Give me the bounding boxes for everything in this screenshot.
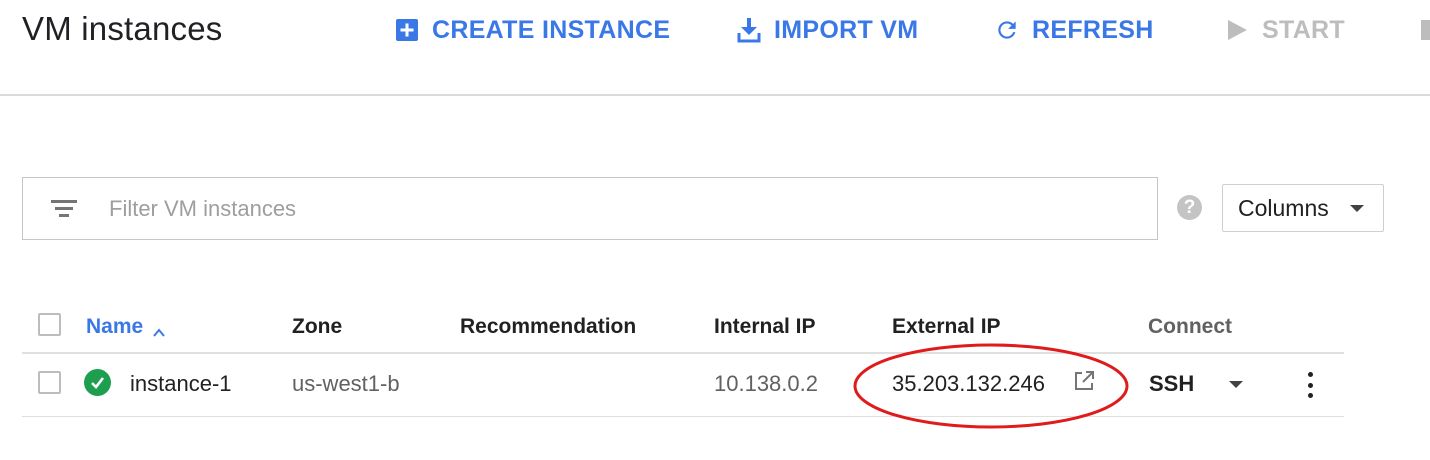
column-header-recommendation[interactable]: Recommendation — [460, 315, 636, 339]
instance-name-link[interactable]: instance-1 — [130, 371, 232, 397]
refresh-icon — [994, 15, 1020, 45]
toolbar-overflow-stub — [1421, 20, 1430, 40]
header-divider — [22, 352, 1344, 354]
create-instance-label: CREATE INSTANCE — [432, 15, 671, 44]
play-icon — [1224, 15, 1250, 45]
add-box-icon — [394, 15, 420, 45]
columns-button[interactable]: Columns — [1222, 184, 1384, 232]
filter-input[interactable] — [109, 195, 1009, 222]
instance-external-ip: 35.203.132.246 — [892, 371, 1045, 396]
columns-label: Columns — [1238, 194, 1329, 221]
column-header-connect: Connect — [1148, 315, 1232, 338]
ssh-button[interactable]: SSH — [1149, 371, 1194, 397]
arrow-drop-down-icon — [1350, 205, 1364, 212]
import-vm-button[interactable]: IMPORT VM — [736, 12, 918, 48]
refresh-button[interactable]: REFRESH — [994, 12, 1154, 48]
refresh-label: REFRESH — [1032, 15, 1154, 44]
start-label: START — [1262, 15, 1345, 44]
instance-internal-ip: 10.138.0.2 — [714, 371, 818, 396]
import-vm-label: IMPORT VM — [774, 15, 919, 44]
sort-ascending-icon — [153, 321, 165, 337]
create-instance-button[interactable]: CREATE INSTANCE — [394, 12, 670, 48]
ssh-dropdown-arrow-icon[interactable] — [1229, 381, 1243, 388]
filter-list-icon — [51, 199, 77, 219]
instance-zone: us-west1-b — [292, 371, 400, 396]
filter-bar[interactable] — [22, 177, 1158, 240]
page-title: VM instances — [22, 10, 223, 47]
column-header-name[interactable]: Name — [86, 315, 165, 339]
column-header-external-ip[interactable]: External IP — [892, 315, 1001, 339]
more-vert-icon[interactable] — [1301, 370, 1319, 400]
column-header-zone[interactable]: Zone — [292, 315, 342, 339]
open-in-new-icon[interactable] — [1073, 370, 1095, 392]
start-button[interactable]: START — [1224, 12, 1345, 48]
column-header-internal-ip[interactable]: Internal IP — [714, 315, 816, 339]
row-checkbox[interactable] — [38, 371, 61, 394]
column-header-name-label: Name — [86, 315, 144, 338]
download-icon — [736, 15, 762, 45]
page-header: VM instances CREATE INSTANCE IMPORT VM R… — [0, 0, 1430, 96]
select-all-checkbox[interactable] — [38, 313, 61, 336]
check-circle-icon — [84, 369, 111, 396]
help-icon[interactable]: ? — [1177, 195, 1202, 220]
row-divider — [22, 416, 1344, 417]
